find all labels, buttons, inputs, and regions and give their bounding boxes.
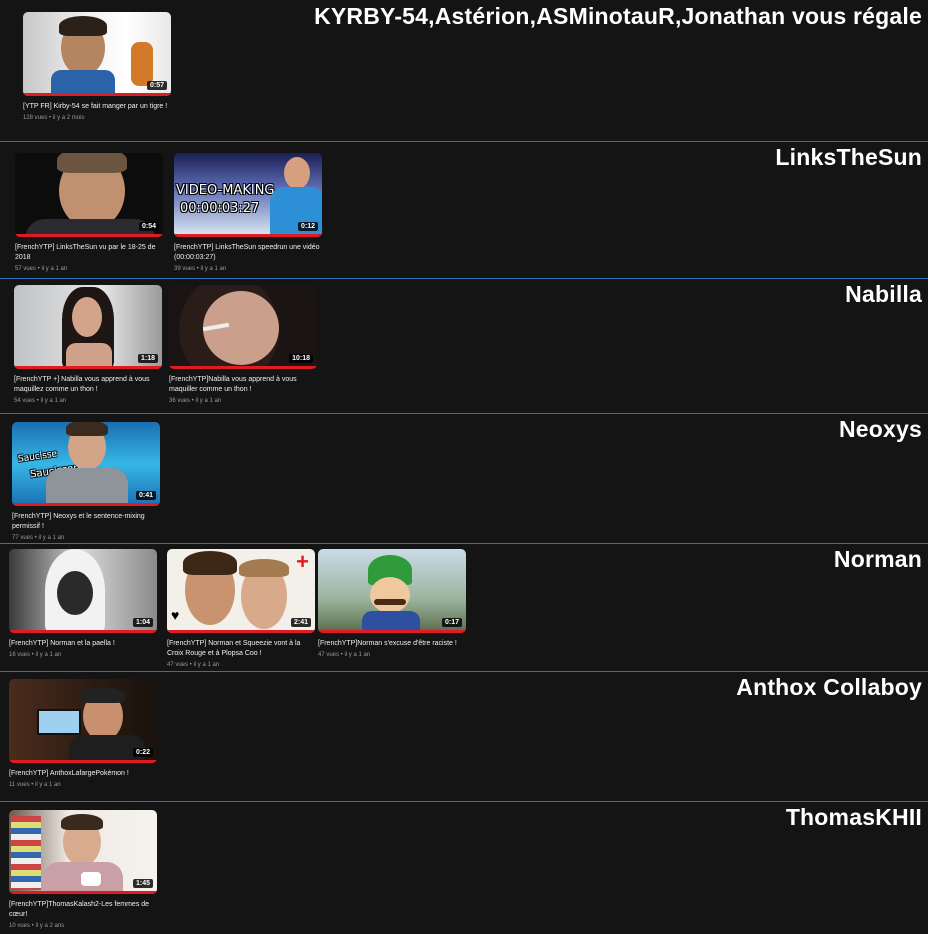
video-meta: 10 vues • il y a 2 ans <box>9 923 65 929</box>
video-duration: 0:22 <box>132 748 153 757</box>
video-title[interactable]: [FrenchYTP]Nabilla vous apprend à vous m… <box>169 375 315 395</box>
video-duration: 0:54 <box>138 222 159 231</box>
video-duration: 1:45 <box>132 879 153 888</box>
video-meta: 47 vues • il y a 1 an <box>318 652 371 658</box>
video-thumbnail[interactable]: 10:18 <box>169 285 317 369</box>
video-duration: 2:41 <box>290 618 311 627</box>
watch-progress <box>9 630 157 633</box>
video-title[interactable]: [FrenchYTP]ThomasKalash2-Les femmes de c… <box>9 900 155 920</box>
section-title: Neoxys <box>838 416 922 442</box>
video-thumbnail[interactable]: 1:18 <box>14 285 162 369</box>
video-thumbnail[interactable]: 0:57 <box>23 12 171 96</box>
video-meta: 11 vues • il y a 1 an <box>9 782 61 788</box>
video-thumbnail[interactable]: 1:04 <box>9 549 157 633</box>
watch-progress <box>23 93 171 96</box>
video-card[interactable]: 10:18 [FrenchYTP]Nabilla vous apprend à … <box>169 285 317 404</box>
video-thumbnail[interactable]: 0:22 <box>9 679 157 763</box>
video-card[interactable]: 0:54 [FrenchYTP] LinksTheSun vu par le 1… <box>15 153 163 272</box>
thumbnail-overlay-text: 00:00:03:27 <box>180 201 260 216</box>
video-title[interactable]: [FrenchYTP] AnthoxLafargePokémon ! <box>9 769 155 779</box>
video-meta: 39 vues • il y a 1 an <box>174 266 227 272</box>
watch-progress <box>9 891 157 894</box>
video-card[interactable]: 1:04 [FrenchYTP] Norman et la paella ! 1… <box>9 549 157 658</box>
watch-progress <box>174 234 322 237</box>
video-card[interactable]: VIDEO-MAKING 00:00:03:27 0:12 [FrenchYTP… <box>174 153 322 272</box>
video-duration: 0:57 <box>146 81 167 90</box>
video-title[interactable]: [FrenchYTP] Neoxys et le sentence-mixing… <box>12 512 158 532</box>
watch-progress <box>12 503 160 506</box>
video-title[interactable]: [FrenchYTP] LinksTheSun vu par le 18-25 … <box>15 243 161 263</box>
watch-progress <box>9 760 157 763</box>
video-meta: 57 vues • il y a 1 an <box>15 266 68 272</box>
video-thumbnail[interactable]: + ♥ 2:41 <box>167 549 315 633</box>
video-thumbnail[interactable]: VIDEO-MAKING 00:00:03:27 0:12 <box>174 153 322 237</box>
video-card[interactable]: 1:18 [FrenchYTP +] Nabilla vous apprend … <box>14 285 162 404</box>
section-title: Anthox Collaboy <box>736 674 922 700</box>
video-card[interactable]: + ♥ 2:41 [FrenchYTP] Norman et Squeezie … <box>167 549 315 668</box>
video-meta: 128 vues • il y a 2 mois <box>23 115 85 121</box>
section-title: LinksTheSun <box>775 144 922 170</box>
video-meta: 16 vues • il y a 1 an <box>9 652 62 658</box>
thumbnail-overlay-text: Saucisse <box>17 449 58 465</box>
video-thumbnail[interactable]: 0:54 <box>15 153 163 237</box>
video-duration: 1:18 <box>137 354 158 363</box>
watch-progress <box>167 630 315 633</box>
video-duration: 0:12 <box>297 222 318 231</box>
video-duration: 0:41 <box>135 491 156 500</box>
section-title: Nabilla <box>845 281 922 307</box>
section-title: Norman <box>833 546 922 572</box>
thumbnail-overlay-text: VIDEO-MAKING <box>176 183 275 198</box>
video-title[interactable]: [FrenchYTP] LinksTheSun speedrun une vid… <box>174 243 320 263</box>
video-meta: 54 vues • il y a 1 an <box>14 398 67 404</box>
section-nabilla: Nabilla 1:18 [FrenchYTP +] Nabilla vous … <box>0 278 928 413</box>
video-title[interactable]: [YTP FR] Kirby-54 se fait manger par un … <box>23 102 169 112</box>
video-card[interactable]: 0:17 [FrenchYTP]Norman s'excuse d'être r… <box>318 549 466 658</box>
video-duration: 1:04 <box>132 618 153 627</box>
section-title: KYRBY-54,Astérion,ASMinotauR,Jonathan vo… <box>314 3 922 29</box>
section-neoxys: Neoxys Saucisse Saucisson 0:41 [FrenchYT… <box>0 413 928 543</box>
video-thumbnail[interactable]: 0:17 <box>318 549 466 633</box>
section-kyrby: KYRBY-54,Astérion,ASMinotauR,Jonathan vo… <box>0 0 928 141</box>
section-title: ThomasKHII <box>785 804 922 830</box>
video-title[interactable]: [FrenchYTP]Norman s'excuse d'être racist… <box>318 639 464 649</box>
watch-progress <box>15 234 163 237</box>
section-anthox-collaboy: Anthox Collaboy 0:22 [FrenchYTP] AnthoxL… <box>0 671 928 801</box>
video-duration: 10:18 <box>289 354 313 363</box>
video-title[interactable]: [FrenchYTP +] Nabilla vous apprend à vou… <box>14 375 160 395</box>
video-meta: 77 vues • il y a 1 an <box>12 535 65 541</box>
video-title[interactable]: [FrenchYTP] Norman et la paella ! <box>9 639 155 649</box>
watch-progress <box>318 630 466 633</box>
video-card[interactable]: 0:57 [YTP FR] Kirby-54 se fait manger pa… <box>23 12 171 121</box>
video-meta: 36 vues • il y a 1 an <box>169 398 222 404</box>
video-duration: 0:17 <box>441 618 462 627</box>
video-thumbnail[interactable]: Saucisse Saucisson 0:41 <box>12 422 160 506</box>
video-card[interactable]: 1:45 [FrenchYTP]ThomasKalash2-Les femmes… <box>9 810 157 929</box>
watch-progress <box>169 366 317 369</box>
section-norman: Norman 1:04 [FrenchYTP] Norman et la pae… <box>0 543 928 671</box>
video-meta: 47 vues • il y a 1 an <box>167 662 220 668</box>
video-card[interactable]: 0:22 [FrenchYTP] AnthoxLafargePokémon ! … <box>9 679 157 788</box>
section-thomaskhii: ThomasKHII 1:45 [FrenchYTP]ThomasKalash2… <box>0 801 928 934</box>
video-title[interactable]: [FrenchYTP] Norman et Squeezie vont à la… <box>167 639 313 659</box>
video-thumbnail[interactable]: 1:45 <box>9 810 157 894</box>
video-card[interactable]: Saucisse Saucisson 0:41 [FrenchYTP] Neox… <box>12 422 160 541</box>
watch-progress <box>14 366 162 369</box>
section-linksthesun: LinksTheSun 0:54 [FrenchYTP] LinksTheSun… <box>0 141 928 278</box>
